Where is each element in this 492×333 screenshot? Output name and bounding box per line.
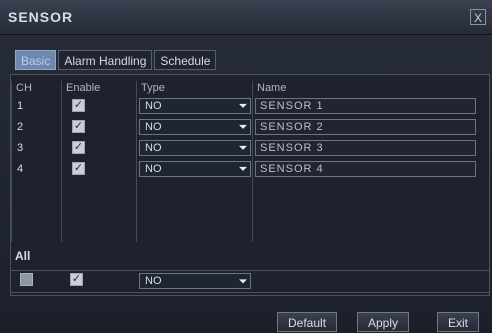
select-all-checkbox[interactable] bbox=[20, 273, 33, 286]
table-row: 3 ✓ NO SENSOR 3 bbox=[11, 137, 492, 158]
all-enable-checkbox[interactable]: ✓ bbox=[70, 273, 83, 286]
sensor-panel: CH Enable Type Name 1 ✓ NO SENSOR 1 2 ✓ … bbox=[10, 74, 492, 296]
tab-alarm-handling[interactable]: Alarm Handling bbox=[58, 50, 153, 70]
footer-buttons: Default Apply Exit bbox=[0, 300, 492, 332]
enable-checkbox[interactable]: ✓ bbox=[72, 120, 85, 133]
all-row: ✓ NO bbox=[10, 270, 490, 293]
enable-checkbox[interactable]: ✓ bbox=[72, 141, 85, 154]
type-select[interactable]: NO bbox=[139, 139, 251, 156]
empty-row bbox=[11, 179, 492, 200]
chevron-down-icon bbox=[239, 279, 247, 284]
channel-number: 3 bbox=[11, 137, 62, 158]
channel-number: 2 bbox=[11, 116, 62, 137]
channel-number: 4 bbox=[11, 158, 62, 179]
tab-schedule[interactable]: Schedule bbox=[154, 50, 217, 70]
chevron-down-icon bbox=[239, 124, 247, 129]
header-type: Type bbox=[136, 81, 253, 95]
type-select-value: NO bbox=[145, 141, 162, 154]
enable-checkbox[interactable]: ✓ bbox=[72, 162, 85, 175]
chevron-down-icon bbox=[239, 103, 247, 108]
default-button[interactable]: Default bbox=[277, 312, 338, 332]
type-select-value: NO bbox=[145, 162, 162, 175]
table-row: 2 ✓ NO SENSOR 2 bbox=[11, 116, 492, 137]
all-label: All bbox=[15, 249, 31, 263]
title-bar: SENSOR X bbox=[0, 0, 492, 35]
chevron-down-icon bbox=[239, 145, 247, 150]
type-select[interactable]: NO bbox=[139, 97, 251, 114]
window-title: SENSOR bbox=[8, 9, 74, 25]
enable-checkbox[interactable]: ✓ bbox=[72, 99, 85, 112]
header-enable: Enable bbox=[61, 81, 137, 95]
table-row: 4 ✓ NO SENSOR 4 bbox=[11, 158, 492, 179]
table-row: 1 ✓ NO SENSOR 1 bbox=[11, 95, 492, 116]
sensor-name-input[interactable]: SENSOR 1 bbox=[255, 97, 476, 114]
sensor-window: SENSOR X Basic Alarm Handling Schedule C… bbox=[0, 0, 492, 332]
close-button[interactable]: X bbox=[470, 9, 486, 25]
sensor-name-input[interactable]: SENSOR 4 bbox=[255, 160, 476, 177]
apply-button[interactable]: Apply bbox=[357, 312, 410, 332]
all-type-select-value: NO bbox=[145, 275, 162, 287]
sensor-name-input[interactable]: SENSOR 2 bbox=[255, 118, 476, 135]
channel-number: 1 bbox=[11, 95, 62, 116]
empty-row bbox=[11, 200, 492, 221]
all-type-select[interactable]: NO bbox=[139, 273, 251, 289]
header-name: Name bbox=[252, 81, 492, 95]
header-ch: CH bbox=[11, 81, 62, 95]
chevron-down-icon bbox=[239, 166, 247, 171]
type-select[interactable]: NO bbox=[139, 118, 251, 135]
exit-button[interactable]: Exit bbox=[437, 312, 480, 332]
type-select-value: NO bbox=[145, 99, 162, 112]
sensor-table: CH Enable Type Name 1 ✓ NO SENSOR 1 2 ✓ … bbox=[11, 81, 492, 242]
sensor-name-input[interactable]: SENSOR 3 bbox=[255, 139, 476, 156]
tab-basic[interactable]: Basic bbox=[15, 50, 57, 70]
type-select[interactable]: NO bbox=[139, 160, 251, 177]
empty-row bbox=[11, 221, 492, 242]
type-select-value: NO bbox=[145, 120, 162, 133]
tab-bar: Basic Alarm Handling Schedule bbox=[15, 50, 218, 70]
